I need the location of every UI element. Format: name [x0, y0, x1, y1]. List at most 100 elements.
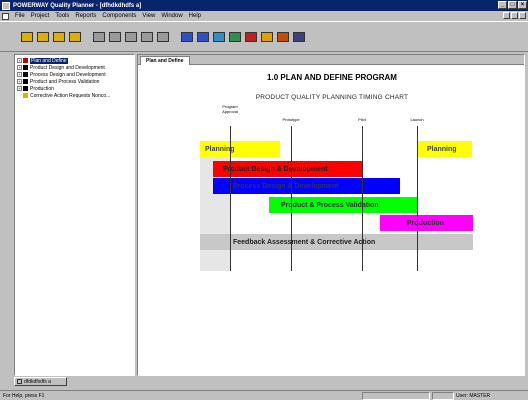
menu-window[interactable]: Window	[158, 13, 185, 19]
window-icon	[17, 379, 22, 384]
search-icon[interactable]	[124, 30, 138, 44]
close-button[interactable]: ×	[518, 1, 527, 9]
milestone-line	[291, 126, 292, 271]
tree-item[interactable]: Corrective Action Requests Nonco...	[17, 92, 110, 99]
folder-icon	[23, 93, 28, 98]
tools-icon[interactable]	[228, 30, 242, 44]
flag-icon	[23, 65, 28, 70]
milestone-label: Program Approval	[222, 104, 238, 114]
tree-item-label: Plan and Define	[30, 57, 68, 64]
menu-tools[interactable]: Tools	[52, 13, 72, 19]
flag-icon	[23, 58, 28, 63]
menu-help[interactable]: Help	[186, 13, 204, 19]
paste-icon-glyph	[69, 31, 81, 42]
tree-item[interactable]: + Process Design and Development	[17, 71, 106, 78]
window-title: POWERWAY Quality Planner - [dfhdkdhdfs a…	[13, 2, 142, 9]
minimize-button[interactable]: _	[498, 1, 507, 9]
flag-icon[interactable]	[244, 30, 258, 44]
project-tree: + Plan and Define + Product Design and Deve…	[14, 54, 135, 376]
building-icon[interactable]	[292, 30, 306, 44]
menu-reports[interactable]: Reports	[72, 13, 99, 19]
menu-components[interactable]: Components	[99, 13, 139, 19]
paste-icon[interactable]	[68, 30, 82, 44]
status-help: For Help, press F1	[3, 393, 45, 399]
folder-icon[interactable]	[36, 30, 50, 44]
open-folder-icon[interactable]	[20, 30, 34, 44]
people-icon-glyph	[277, 31, 289, 42]
copy-folder-icon-glyph	[53, 31, 65, 42]
page-edit-icon[interactable]	[156, 30, 170, 44]
doc-minimize-button[interactable]	[503, 12, 510, 19]
chart-subtitle: PRODUCT QUALITY PLANNING TIMING CHART	[255, 94, 409, 101]
flag-icon-glyph	[245, 31, 257, 42]
phase-bar: Feedback Assessment & Corrective Action	[200, 234, 473, 250]
phase-bar: Production	[380, 215, 473, 231]
milestone-line	[230, 126, 231, 271]
pen-icon[interactable]	[260, 30, 274, 44]
expand-icon[interactable]: +	[17, 65, 22, 70]
menu-project[interactable]: Project	[28, 13, 53, 19]
chart-icon[interactable]	[212, 30, 226, 44]
phase-bar: Product Design & Development	[213, 161, 363, 177]
window-button[interactable]: dfdkdfsdfs a	[14, 377, 67, 386]
tree-item[interactable]: + Product Design and Development	[17, 64, 105, 71]
milestone-label: Prototype	[282, 117, 300, 122]
diamond-icon-glyph	[197, 31, 209, 42]
menu-file[interactable]: File	[12, 13, 28, 19]
move-icon-glyph	[109, 31, 121, 42]
tree-item-label: Process Design and Development	[30, 71, 106, 78]
tree-item[interactable]: + Product and Process Validation	[17, 78, 99, 85]
wrench-icon[interactable]	[92, 30, 106, 44]
milestone-line	[417, 126, 418, 271]
doc-close-button[interactable]	[519, 12, 526, 19]
document-area: Plan and Define 1.0 PLAN AND DEFINE PROG…	[137, 54, 525, 376]
tools-icon-glyph	[229, 31, 241, 42]
doc-restore-button[interactable]	[511, 12, 518, 19]
app-icon	[2, 1, 10, 10]
expand-icon[interactable]: +	[17, 72, 22, 77]
tree-item-label: Product and Process Validation	[30, 78, 100, 85]
menu-view[interactable]: View	[139, 13, 158, 19]
people-icon[interactable]	[276, 30, 290, 44]
tree-item-label: Corrective Action Requests Nonco...	[30, 92, 111, 99]
expand-icon[interactable]: +	[17, 58, 22, 63]
tree-item[interactable]: + Production	[17, 85, 54, 92]
flag-icon	[23, 72, 28, 77]
expand-icon[interactable]: +	[17, 86, 22, 91]
tab-strip: Plan and Define	[138, 55, 524, 65]
pen-icon-glyph	[261, 31, 273, 42]
status-pane	[362, 392, 430, 400]
expand-icon[interactable]: +	[17, 79, 22, 84]
search-icon-glyph	[125, 31, 137, 42]
phase-bar: Process Design & Development	[213, 178, 400, 194]
maximize-button[interactable]: □	[508, 1, 517, 9]
page-icon[interactable]	[140, 30, 154, 44]
milestone-label: Launch	[410, 117, 424, 122]
chart-icon-glyph	[213, 31, 225, 42]
process-icon-glyph	[181, 31, 193, 42]
move-icon[interactable]	[108, 30, 122, 44]
building-icon-glyph	[293, 31, 305, 42]
flag-icon	[23, 79, 28, 84]
tab-plan-and-define[interactable]: Plan and Define	[140, 56, 190, 65]
open-folder-icon-glyph	[21, 31, 33, 42]
chart-title: 1.0 PLAN AND DEFINE PROGRAM	[267, 73, 397, 82]
folder-icon-glyph	[37, 31, 49, 42]
title-bar: POWERWAY Quality Planner - [dfhdkdhdfs a…	[0, 0, 528, 11]
tree-item[interactable]: + Plan and Define	[17, 57, 68, 64]
copy-folder-icon[interactable]	[52, 30, 66, 44]
diamond-icon[interactable]	[196, 30, 210, 44]
process-icon[interactable]	[180, 30, 194, 44]
menu-bar: File Project Tools Reports Components Vi…	[0, 11, 528, 21]
tree-item-label: Product Design and Development	[30, 64, 105, 71]
flag-icon	[23, 86, 28, 91]
document-icon[interactable]	[2, 12, 9, 20]
phase-bar: Planning	[417, 141, 472, 157]
milestone-line	[362, 126, 363, 271]
milestone-label: Pilot	[358, 117, 366, 122]
status-pane	[432, 392, 454, 400]
phase-bar: Planning	[200, 141, 280, 157]
toolbar	[0, 21, 528, 52]
tree-item-label: Production	[30, 85, 54, 92]
page-edit-icon-glyph	[157, 31, 169, 42]
